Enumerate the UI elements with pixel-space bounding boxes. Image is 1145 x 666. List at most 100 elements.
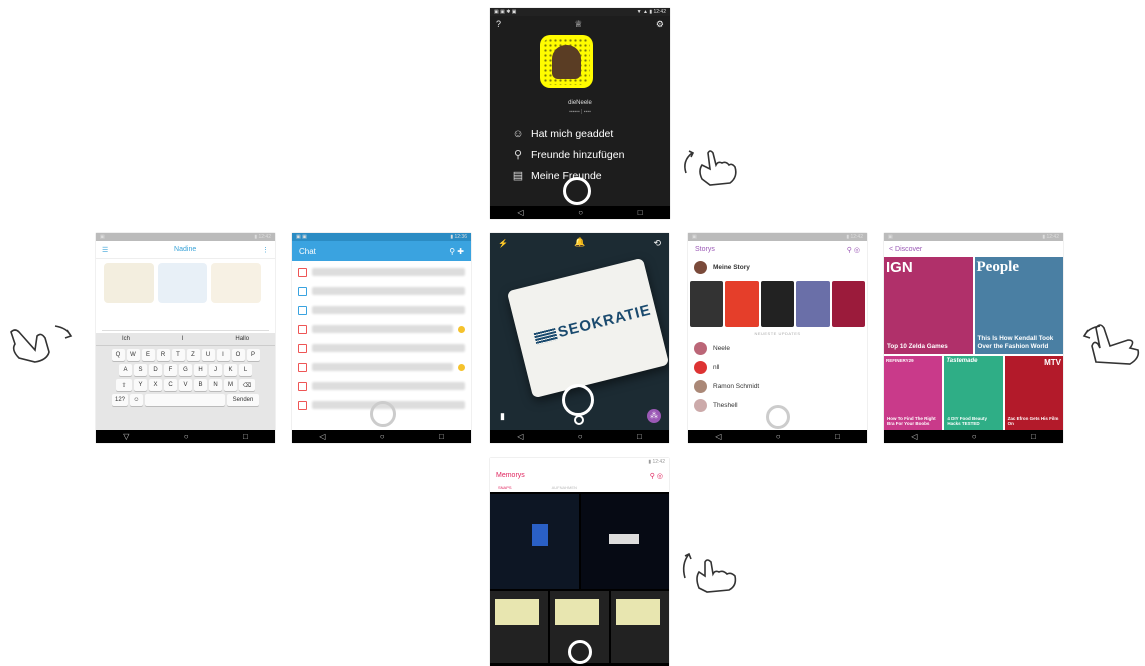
discover-tile-refinery29[interactable]: REFINERY29 How To Find The Right Bra For… <box>884 356 943 430</box>
search-icon[interactable]: ⚲ <box>847 247 852 254</box>
story-tile[interactable] <box>796 281 830 327</box>
memory-photo[interactable] <box>490 494 579 589</box>
key[interactable]: G <box>179 364 192 376</box>
home-icon[interactable]: ○ <box>776 432 781 441</box>
shutter-button[interactable] <box>766 405 790 429</box>
story-tile[interactable] <box>690 281 724 327</box>
chat-list-item[interactable] <box>298 321 465 337</box>
message-input[interactable] <box>102 321 269 331</box>
emoji-key[interactable]: ☺ <box>130 394 143 406</box>
backspace-key[interactable]: ⌫ <box>239 379 255 391</box>
recents-icon[interactable]: □ <box>1031 432 1036 441</box>
home-icon[interactable]: ○ <box>972 432 977 441</box>
suggestion[interactable]: Ich <box>122 336 130 342</box>
bell-icon[interactable]: 🔔 <box>574 237 585 248</box>
recents-icon[interactable]: □ <box>637 432 642 441</box>
discover-tile-ign[interactable]: IGN Top 10 Zelda Games <box>884 257 973 354</box>
flash-icon[interactable]: ⚡ <box>498 239 508 248</box>
key[interactable]: O <box>231 349 245 361</box>
story-tile[interactable] <box>725 281 759 327</box>
home-icon[interactable]: ○ <box>380 432 385 441</box>
memory-photo[interactable] <box>490 591 549 663</box>
back-icon[interactable]: ◁ <box>517 432 523 441</box>
new-chat-icon[interactable]: ✚ <box>457 247 464 256</box>
key[interactable]: D <box>149 364 162 376</box>
story-tile[interactable] <box>831 281 866 327</box>
chat-list-item[interactable] <box>298 283 465 299</box>
memory-photo[interactable] <box>580 494 669 589</box>
key[interactable]: N <box>209 379 222 391</box>
key[interactable]: P <box>246 349 260 361</box>
key[interactable]: J <box>209 364 222 376</box>
memory-photo[interactable] <box>610 591 669 663</box>
chat-list-item[interactable] <box>298 378 465 394</box>
chat-list-item[interactable] <box>298 359 465 375</box>
back-icon[interactable]: ◁ <box>319 432 325 441</box>
shutter-button[interactable] <box>562 384 594 416</box>
key[interactable]: E <box>141 349 155 361</box>
key[interactable]: Q <box>111 349 125 361</box>
suggestion[interactable]: Hallo <box>235 336 249 342</box>
gear-icon[interactable]: ⚙ <box>656 19 664 30</box>
discover-icon[interactable]: ◎ <box>854 247 860 254</box>
back-icon[interactable]: ◁ <box>517 208 523 217</box>
recents-icon[interactable]: □ <box>439 432 444 441</box>
chat-list-item[interactable] <box>298 264 465 280</box>
search-icon[interactable]: ⚲ <box>650 473 655 480</box>
story-tile[interactable] <box>760 281 795 327</box>
key[interactable]: L <box>239 364 252 376</box>
more-icon[interactable]: ⋮ <box>262 246 269 254</box>
key[interactable]: X <box>149 379 162 391</box>
chat-list-item[interactable] <box>298 302 465 318</box>
chat-list-item[interactable] <box>298 340 465 356</box>
key[interactable]: M <box>224 379 237 391</box>
select-icon[interactable]: ◎ <box>657 473 663 480</box>
menu-item-added-me[interactable]: ☺ Hat mich geaddet <box>512 123 624 144</box>
key[interactable]: I <box>216 349 230 361</box>
home-icon[interactable]: ○ <box>578 208 583 217</box>
key[interactable]: K <box>224 364 237 376</box>
search-icon[interactable]: ⚲ <box>449 247 455 256</box>
key[interactable]: B <box>194 379 207 391</box>
key[interactable]: S <box>134 364 147 376</box>
friend-story-row[interactable]: Ramon Schmidt <box>694 377 861 396</box>
shutter-button[interactable] <box>563 177 591 205</box>
home-icon[interactable]: ○ <box>184 432 189 441</box>
memories-button[interactable] <box>574 415 584 425</box>
discover-strip[interactable] <box>690 281 866 327</box>
key[interactable]: R <box>156 349 170 361</box>
recents-icon[interactable]: □ <box>243 432 248 441</box>
key[interactable]: Z <box>186 349 200 361</box>
numbers-key[interactable]: 12? <box>112 394 128 406</box>
key[interactable]: V <box>179 379 192 391</box>
shutter-button[interactable] <box>370 401 396 427</box>
tab-recordings[interactable]: AUFNAHMEN <box>552 485 577 490</box>
discover-tile-tastemade[interactable]: Tastemade 4 DIY Food Beauty Hacks TESTED <box>944 356 1003 430</box>
recents-icon[interactable]: □ <box>638 208 643 217</box>
key[interactable]: A <box>119 364 132 376</box>
key[interactable]: C <box>164 379 177 391</box>
chat-icon[interactable]: ▮ <box>500 411 505 422</box>
home-icon[interactable]: ○ <box>578 432 583 441</box>
key[interactable]: W <box>126 349 140 361</box>
key[interactable]: Y <box>134 379 147 391</box>
menu-item-add-friends[interactable]: ⚲ Freunde hinzufügen <box>512 144 624 165</box>
back-icon[interactable]: ◁ <box>911 432 917 441</box>
key[interactable]: T <box>171 349 185 361</box>
switch-camera-icon[interactable]: ⟲ <box>653 238 661 249</box>
shutter-button[interactable] <box>568 640 592 664</box>
discover-tile-mtv[interactable]: MTV Zac Efron Gets His Film On <box>1004 356 1063 430</box>
tab-snaps[interactable]: SNAPS <box>498 485 512 490</box>
stories-icon[interactable]: ⁂ <box>647 409 661 423</box>
back-icon[interactable]: ◁ <box>715 432 721 441</box>
snapcode[interactable] <box>540 35 593 88</box>
suggestion[interactable]: I <box>182 336 184 342</box>
trophy-icon[interactable]: ♕ <box>574 19 582 30</box>
discover-tile-people[interactable]: People This Is How Kendall Took Over the… <box>974 257 1063 354</box>
space-key[interactable] <box>145 394 225 406</box>
friend-story-row[interactable]: nll <box>694 358 861 377</box>
send-key[interactable]: Senden <box>227 394 259 406</box>
key[interactable]: H <box>194 364 207 376</box>
recents-icon[interactable]: □ <box>835 432 840 441</box>
key[interactable]: F <box>164 364 177 376</box>
